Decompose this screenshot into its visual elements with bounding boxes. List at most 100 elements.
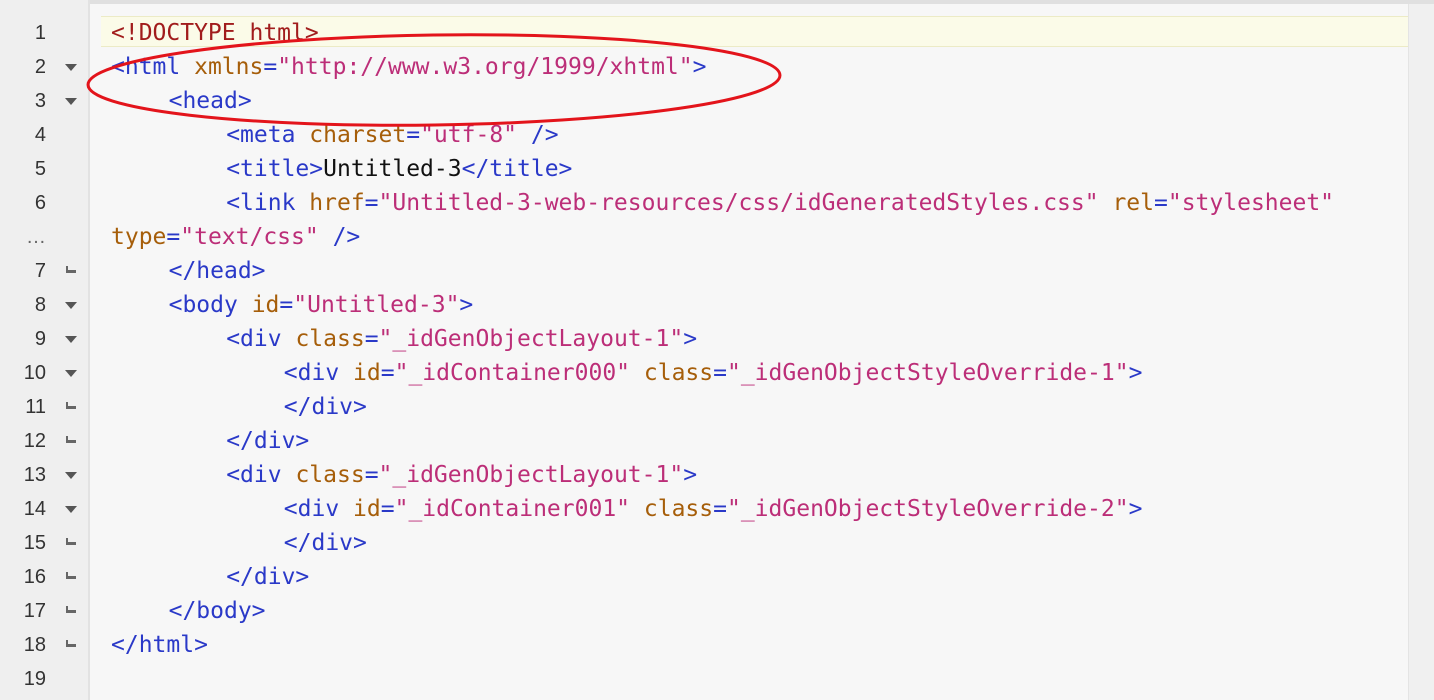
code-line-row[interactable]: 1 <!DOCTYPE html> <box>0 16 1434 50</box>
code-line-text[interactable]: </div> <box>226 560 309 594</box>
code-token-attr: class <box>295 326 365 352</box>
code-token-tag: = <box>713 360 727 386</box>
line-number: 8 <box>34 294 46 316</box>
line-number: 7 <box>34 260 46 282</box>
code-line-row[interactable]: 2 <html xmlns="http://www.w3.org/1999/xht… <box>0 50 1434 84</box>
code-token-tag: /> <box>318 224 361 250</box>
code-line-row[interactable]: 4 <meta charset="utf-8" /> <box>0 118 1434 152</box>
code-token-tag: </div> <box>283 530 367 556</box>
code-token-attr: href <box>309 190 365 216</box>
code-token-str: "_idGenObjectLayout-1" <box>378 326 684 352</box>
code-token-doctype: <!DOCTYPE html> <box>111 20 319 46</box>
code-token-tag <box>630 360 644 386</box>
code-line-text[interactable]: <meta charset="utf-8" /> <box>226 118 558 152</box>
code-line-row[interactable]: 16 </div> <box>0 560 1434 594</box>
code-line-row[interactable]: 17 </body> <box>0 594 1434 628</box>
fold-end-icon <box>66 606 76 613</box>
fold-end-icon <box>66 572 76 579</box>
fold-toggle-icon[interactable] <box>65 370 77 377</box>
line-number: 5 <box>34 158 46 180</box>
code-line-row[interactable]: 13 <div class="_idGenObjectLayout-1"> <box>0 458 1434 492</box>
code-token-tag: = <box>364 190 379 216</box>
code-line-row[interactable]: 8 <body id="Untitled-3"> <box>0 288 1434 322</box>
fold-toggle-icon[interactable] <box>65 506 77 513</box>
fold-toggle-icon[interactable] <box>65 336 77 343</box>
line-number: 4 <box>34 124 46 146</box>
code-token-str: "http://www.w3.org/1999/xhtml" <box>277 54 693 80</box>
code-line-text[interactable]: </html> <box>111 628 208 662</box>
line-number: 16 <box>23 566 46 588</box>
code-line-text[interactable]: </head> <box>169 254 266 288</box>
code-line-text[interactable]: <title>Untitled-3</title> <box>226 152 572 186</box>
code-line-row[interactable]: 14 <div id="_idContainer001" class="_idGe… <box>0 492 1434 526</box>
line-number: 3 <box>34 90 46 112</box>
code-token-str: "_idGenObjectStyleOverride-1" <box>726 360 1129 386</box>
vertical-scrollbar[interactable] <box>1408 4 1434 700</box>
code-token-tag: </head> <box>168 258 266 284</box>
code-line-text[interactable]: type="text/css" /> <box>111 220 360 254</box>
line-number: 15 <box>23 532 46 554</box>
code-token-attr: class <box>295 462 365 488</box>
code-line-text[interactable]: <html xmlns="http://www.w3.org/1999/xhtm… <box>111 50 706 84</box>
code-line-text[interactable]: <head> <box>169 84 252 118</box>
code-token-tag: = <box>713 496 727 522</box>
fold-end-icon <box>66 266 76 273</box>
code-line-text[interactable]: </div> <box>284 390 367 424</box>
code-line-text[interactable]: <link href="Untitled-3-web-resources/css… <box>226 186 1334 220</box>
code-line-row[interactable]: 10 <div id="_idContainer000" class="_idGe… <box>0 356 1434 390</box>
code-token-tag: = <box>263 54 278 80</box>
code-token-tag: = <box>364 462 379 488</box>
code-token-tag: > <box>1128 360 1143 386</box>
line-number: 14 <box>23 498 46 520</box>
code-token-tag: = <box>364 326 379 352</box>
code-line-text[interactable]: <!DOCTYPE html> <box>111 16 319 50</box>
code-token-tag: <div <box>226 462 296 488</box>
code-line-row[interactable]: 18 </html> <box>0 628 1434 662</box>
code-line-text[interactable]: <body id="Untitled-3"> <box>169 288 474 322</box>
code-token-attr: xmlns <box>194 54 264 80</box>
code-token-tag: > <box>692 54 707 80</box>
code-line-text[interactable]: </div> <box>226 424 309 458</box>
code-line-row[interactable]: 9 <div class="_idGenObjectLayout-1"> <box>0 322 1434 356</box>
code-line-row[interactable]: 6 <link href="Untitled-3-web-resources/cs… <box>0 186 1434 220</box>
code-line-row[interactable]: 19 <box>0 662 1434 696</box>
code-line-text[interactable]: <div class="_idGenObjectLayout-1"> <box>226 322 697 356</box>
fold-end-icon <box>66 436 76 443</box>
code-token-tag: </body> <box>168 598 266 624</box>
fold-end-icon <box>66 640 76 647</box>
line-number: 13 <box>23 464 46 486</box>
code-line-text[interactable]: <div class="_idGenObjectLayout-1"> <box>226 458 697 492</box>
code-token-attr: id <box>353 360 381 386</box>
code-token-tag: = <box>406 122 421 148</box>
code-token-tag: <title> <box>226 156 324 182</box>
line-number: 17 <box>23 600 46 622</box>
code-line-row[interactable]: 11 </div> <box>0 390 1434 424</box>
code-line-text[interactable]: </div> <box>284 526 367 560</box>
fold-end-icon <box>66 402 76 409</box>
fold-toggle-icon[interactable] <box>65 302 77 309</box>
fold-toggle-icon[interactable] <box>65 64 77 71</box>
code-token-tag: > <box>459 292 474 318</box>
line-number: 2 <box>34 56 46 78</box>
code-line-row[interactable]: 15 </div> <box>0 526 1434 560</box>
fold-toggle-icon[interactable] <box>65 98 77 105</box>
code-line-text[interactable]: <div id="_idContainer001" class="_idGenO… <box>284 492 1143 526</box>
code-token-str: "text/css" <box>180 224 319 250</box>
wrapped-line-row[interactable]: … type="text/css" /> <box>0 220 1434 254</box>
line-number: 9 <box>34 328 46 350</box>
code-token-tag: <div <box>283 496 354 522</box>
code-token-tag: </title> <box>461 156 573 182</box>
code-token-tag: </div> <box>226 428 310 454</box>
code-line-row[interactable]: 5 <title>Untitled-3</title> <box>0 152 1434 186</box>
code-token-tag: = <box>279 292 294 318</box>
code-editor[interactable]: 1 <!DOCTYPE html> 2 <html xmlns="http://www… <box>0 0 1434 700</box>
code-line-row[interactable]: 3 <head> <box>0 84 1434 118</box>
code-line-row[interactable]: 7 </head> <box>0 254 1434 288</box>
code-line-text[interactable]: </body> <box>169 594 266 628</box>
code-token-str: "Untitled-3-web-resources/css/idGenerate… <box>378 190 1099 216</box>
code-line-text[interactable]: <div id="_idContainer000" class="_idGenO… <box>284 356 1143 390</box>
code-line-row[interactable]: 12 </div> <box>0 424 1434 458</box>
fold-toggle-icon[interactable] <box>65 472 77 479</box>
code-token-str: "utf-8" <box>420 122 518 148</box>
code-token-tag: > <box>1128 496 1143 522</box>
